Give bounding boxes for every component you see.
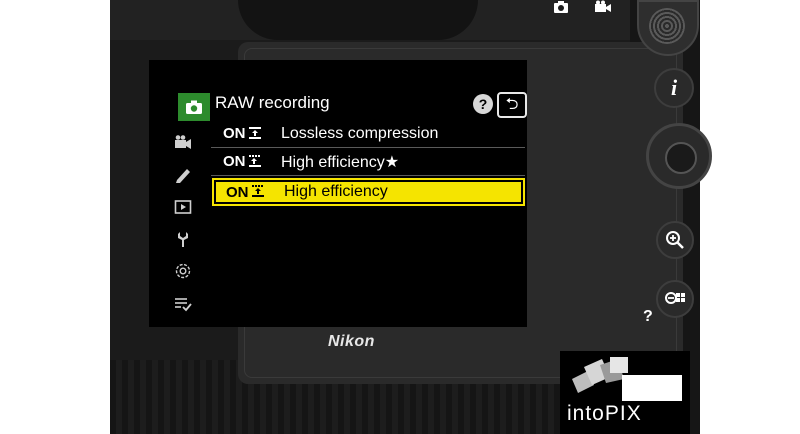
zoom-in-icon (666, 231, 684, 249)
photo-mode-icon (553, 0, 569, 17)
help-mark: ? (643, 308, 653, 325)
logo-mark-icon (572, 357, 682, 401)
movie-mode-icon (594, 0, 612, 17)
back-button[interactable]: ⮌ (497, 92, 527, 118)
raw-recording-options: ON Lossless compression ON High efficien… (211, 120, 525, 206)
logo-text: intoPIX (567, 402, 642, 425)
back-arrow-icon: ⮌ (505, 96, 519, 113)
photo-shooting-menu-icon (186, 100, 202, 114)
playback-menu-icon (174, 200, 192, 214)
sidebar-item-network[interactable] (168, 258, 198, 284)
option-label: Lossless compression (281, 124, 439, 142)
custom-settings-pencil-icon (176, 169, 190, 183)
page-title: RAW recording (215, 93, 330, 112)
high-efficiency-icon (251, 185, 264, 199)
menu-sidebar (149, 89, 210, 327)
network-menu-icon (175, 263, 191, 279)
sidebar-item-playback[interactable] (168, 194, 198, 220)
high-efficiency-star-icon (248, 154, 261, 169)
option-tag-text: ON (223, 125, 246, 142)
option-tag: ON (211, 125, 281, 142)
camera-lcd-screen: RAW recording ? ⮌ ON Lossless compressio… (149, 60, 527, 327)
info-button[interactable]: i (654, 68, 694, 108)
watermark-logo: intoPIX (560, 351, 690, 434)
option-label: High efficiency★ (281, 153, 400, 171)
brand-logo: Nikon (328, 333, 375, 350)
lossless-compression-icon (248, 126, 261, 141)
option-tag: ON (214, 184, 284, 201)
help-button[interactable]: ? (473, 94, 493, 114)
my-menu-icon (175, 298, 192, 312)
list-item[interactable]: ON High efficiency★ (211, 148, 525, 176)
sidebar-item-my-menu[interactable] (168, 291, 198, 317)
option-label: High efficiency (284, 183, 388, 200)
sidebar-item-custom-settings[interactable] (168, 162, 198, 188)
list-item-selected[interactable]: ON High efficiency (212, 178, 525, 206)
sidebar-item-setup[interactable] (168, 226, 198, 252)
menu-title-bar: RAW recording ? ⮌ (215, 91, 527, 118)
option-tag-text: ON (223, 153, 246, 170)
info-icon: i (670, 75, 678, 100)
zoom-out-thumbnail-icon (665, 292, 685, 304)
viewfinder-eyecup (238, 0, 478, 40)
list-item[interactable]: ON Lossless compression (211, 120, 525, 148)
sidebar-item-video-recording[interactable] (168, 129, 198, 155)
multi-selector[interactable] (646, 123, 712, 189)
zoom-in-button[interactable] (656, 221, 694, 259)
option-tag-text: ON (226, 183, 249, 201)
setup-wrench-icon (178, 232, 188, 247)
option-tag: ON (211, 153, 281, 170)
zoom-out-button[interactable] (656, 280, 694, 318)
sidebar-item-photo-shooting[interactable] (178, 93, 210, 121)
video-recording-menu-icon (175, 135, 191, 149)
